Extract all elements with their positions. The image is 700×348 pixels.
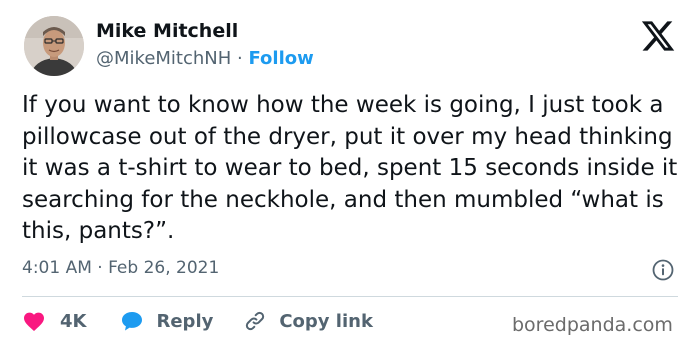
reply-bubble-icon [122,312,143,331]
copy-link-label: Copy link [279,310,373,332]
heart-icon [24,312,44,331]
x-logo-icon[interactable] [640,18,676,54]
reply-label: Reply [156,310,214,332]
like-button[interactable]: 4K [22,310,86,332]
avatar[interactable] [24,16,84,76]
reply-button[interactable]: Reply [120,310,213,332]
like-count: 4K [60,310,87,332]
avatar-image [24,16,84,76]
info-icon[interactable] [652,259,674,281]
author-handle[interactable]: @MikeMitchNH [96,48,231,69]
link-icon [246,311,265,331]
follow-button[interactable]: Follow [248,48,313,69]
tweet-text: If you want to know how the week is goin… [22,92,678,244]
tweet-timestamp[interactable]: 4:01 AM · Feb 26, 2021 [22,258,219,278]
author-name[interactable]: Mike Mitchell [96,20,238,42]
handle-separator: · [237,48,243,69]
copy-link-button[interactable]: Copy link [243,309,373,333]
tweet-card: Mike Mitchell @MikeMitchNH · Follow If y… [0,0,700,348]
divider [22,296,678,297]
watermark: boredpanda.com [512,314,673,336]
author-handle-row: @MikeMitchNH · Follow [96,48,314,69]
tweet-actions: 4K Reply Copy link [22,306,373,336]
